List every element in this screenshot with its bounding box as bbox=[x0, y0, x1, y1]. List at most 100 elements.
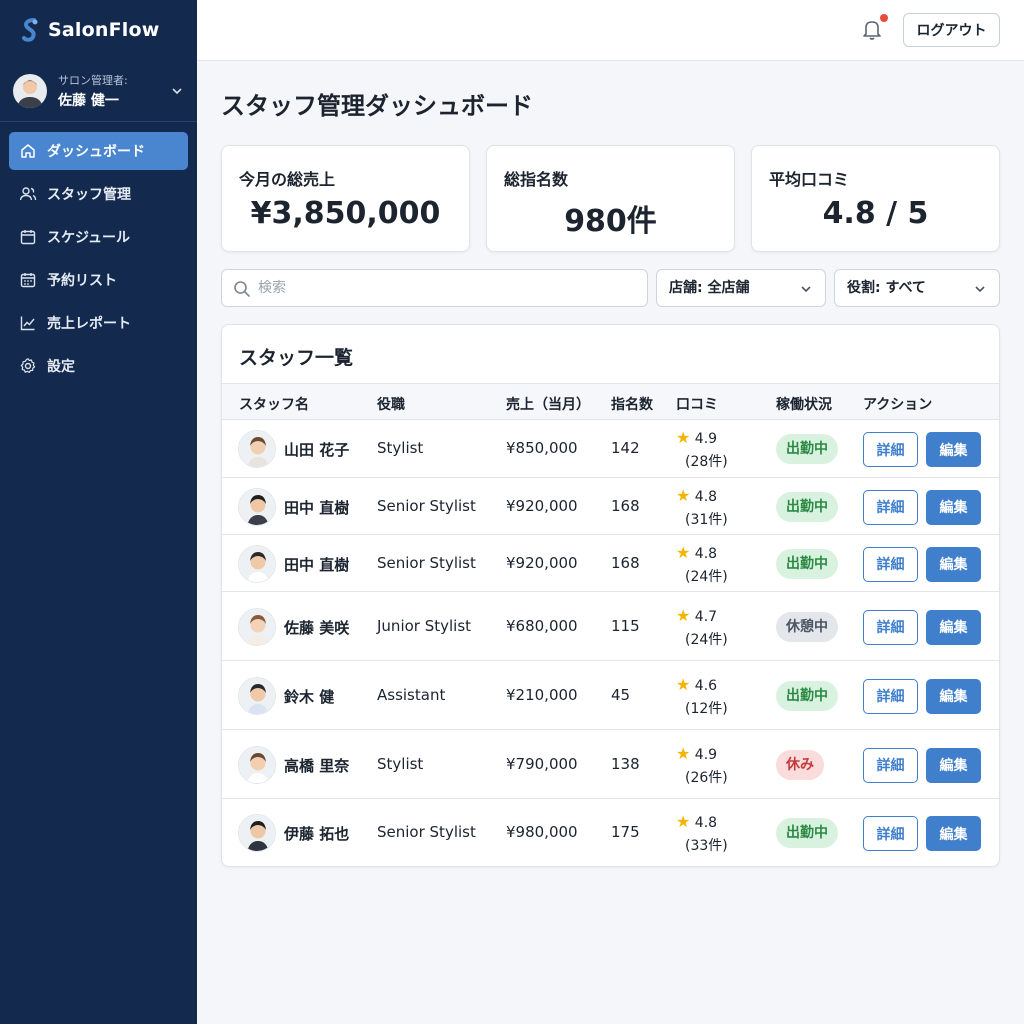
edit-button[interactable]: 編集 bbox=[926, 609, 981, 645]
column-header[interactable]: 稼働状況 bbox=[776, 394, 832, 414]
chevron-down-icon bbox=[975, 286, 985, 293]
search-box[interactable] bbox=[221, 269, 648, 307]
star-icon: ★ bbox=[676, 605, 691, 625]
staff-name[interactable]: 山田 花子 bbox=[284, 439, 349, 460]
column-header[interactable]: 口コミ bbox=[676, 394, 718, 414]
stat-label: 今月の総売上 bbox=[239, 170, 336, 189]
edit-button[interactable]: 編集 bbox=[926, 678, 981, 714]
staff-name[interactable]: 田中 直樹 bbox=[284, 497, 349, 518]
rating-value: 4.8 bbox=[694, 815, 718, 831]
review-count: (33件) bbox=[685, 838, 728, 854]
detail-button[interactable]: 詳細 bbox=[863, 489, 918, 525]
star-icon: ★ bbox=[676, 485, 691, 505]
avatar bbox=[13, 73, 47, 108]
table-row[interactable]: 鈴木 健 Assistant ¥210,000 45 ★ 4.6 (12件) 出勤中 詳細 編集 bbox=[222, 661, 999, 730]
column-header[interactable]: スタッフ名 bbox=[239, 394, 309, 414]
store-select[interactable]: 店舗: 全店舗 bbox=[656, 269, 826, 307]
detail-button[interactable]: 詳細 bbox=[863, 432, 918, 467]
rating-value: 4.7 bbox=[694, 608, 718, 625]
rating-value: 4.8 bbox=[694, 488, 718, 505]
detail-button[interactable]: 詳細 bbox=[863, 546, 918, 582]
sidebar-item-label: ダッシュボード bbox=[47, 144, 145, 160]
sidebar-item-staff[interactable]: スタッフ管理 bbox=[9, 175, 188, 213]
table-row[interactable]: 高橋 里奈 Stylist ¥790,000 138 ★ 4.9 (26件) 休み 詳細 編集 bbox=[222, 730, 999, 799]
staff-name[interactable]: 佐藤 美咲 bbox=[284, 617, 349, 638]
table-row[interactable]: 田中 直樹 Senior Stylist ¥920,000 168 ★ 4.8 (31件)… bbox=[222, 478, 999, 535]
review-count: (24件) bbox=[685, 631, 728, 648]
notification-dot bbox=[880, 14, 888, 22]
avatar bbox=[238, 814, 276, 852]
sidebar-item-schedule[interactable]: スケジュール bbox=[9, 218, 188, 256]
detail-button[interactable]: 詳細 bbox=[863, 816, 918, 851]
staff-role: Stylist bbox=[377, 439, 424, 457]
avatar bbox=[238, 607, 276, 646]
rating-value: 4.8 bbox=[694, 545, 718, 562]
edit-button[interactable]: 編集 bbox=[926, 432, 981, 467]
column-header[interactable]: 指名数 bbox=[611, 394, 653, 414]
sidebar-item-settings[interactable]: 設定 bbox=[9, 347, 188, 385]
table-row[interactable]: 山田 花子 Stylist ¥850,000 142 ★ 4.9 (28件) 出勤中 詳細 編集 bbox=[222, 420, 999, 478]
status-badge: 出勤中 bbox=[776, 818, 838, 848]
staff-nominations: 168 bbox=[611, 496, 640, 515]
staff-rating: ★ 4.9 (28件) bbox=[676, 426, 728, 474]
avatar bbox=[238, 430, 276, 468]
staff-rating: ★ 4.8 (31件) bbox=[676, 484, 728, 532]
edit-button[interactable]: 編集 bbox=[926, 747, 981, 783]
column-header[interactable]: 売上（当月） bbox=[506, 394, 590, 414]
avatar bbox=[238, 745, 276, 784]
table-row[interactable]: 佐藤 美咲 Junior Stylist ¥680,000 115 ★ 4.7 (24件)… bbox=[222, 592, 999, 661]
sidebar-nav: ダッシュボード スタッフ管理 スケジュール 予約リスト 売上レポート 設定 bbox=[0, 132, 197, 385]
role-select-value: 役割: すべて bbox=[847, 280, 926, 296]
edit-button[interactable]: 編集 bbox=[926, 489, 981, 525]
role-select[interactable]: 役割: すべて bbox=[834, 269, 1000, 307]
search-input[interactable] bbox=[258, 270, 638, 306]
edit-button[interactable]: 編集 bbox=[926, 816, 981, 851]
sidebar-item-sales-report[interactable]: 売上レポート bbox=[9, 304, 188, 342]
staff-role: Stylist bbox=[377, 754, 424, 773]
star-icon: ★ bbox=[676, 812, 691, 831]
staff-nominations: 175 bbox=[611, 823, 640, 841]
staff-rating: ★ 4.8 (33件) bbox=[676, 810, 728, 858]
top-bar: ログアウト bbox=[197, 0, 1024, 61]
logout-button[interactable]: ログアウト bbox=[903, 13, 1000, 47]
staff-name[interactable]: 伊藤 拓也 bbox=[284, 823, 349, 844]
stat-value: 4.8 / 5 bbox=[822, 196, 929, 231]
bell-icon[interactable] bbox=[861, 17, 883, 41]
table-row[interactable]: 伊藤 拓也 Senior Stylist ¥980,000 175 ★ 4.8 (33件)… bbox=[222, 799, 999, 866]
calendar-icon bbox=[20, 230, 36, 245]
table-header: スタッフ名 役職 売上（当月） 指名数 口コミ 稼働状況 アクション bbox=[222, 383, 999, 420]
star-icon: ★ bbox=[676, 428, 691, 447]
avatar bbox=[238, 676, 276, 715]
sidebar-item-label: 設定 bbox=[47, 359, 75, 375]
detail-button[interactable]: 詳細 bbox=[863, 609, 918, 645]
stat-label: 総指名数 bbox=[504, 170, 569, 189]
rating-value: 4.9 bbox=[694, 746, 718, 763]
sidebar-item-label: スケジュール bbox=[47, 230, 131, 246]
column-header[interactable]: 役職 bbox=[377, 394, 405, 414]
chevron-down-icon bbox=[801, 286, 811, 293]
user-role: サロン管理者: bbox=[58, 73, 128, 87]
staff-name[interactable]: 田中 直樹 bbox=[284, 554, 349, 575]
brand[interactable]: SalonFlow bbox=[0, 0, 197, 60]
status-badge: 休憩中 bbox=[776, 611, 838, 642]
staff-name[interactable]: 鈴木 健 bbox=[284, 686, 334, 707]
staff-name[interactable]: 高橋 里奈 bbox=[284, 755, 349, 776]
staff-rating: ★ 4.9 (26件) bbox=[676, 742, 728, 790]
detail-button[interactable]: 詳細 bbox=[863, 678, 918, 714]
status-badge: 出勤中 bbox=[776, 434, 838, 464]
stat-label: 平均口コミ bbox=[769, 170, 850, 189]
store-select-value: 店舗: 全店舗 bbox=[669, 280, 750, 296]
staff-sales: ¥980,000 bbox=[506, 823, 578, 841]
staff-role: Assistant bbox=[377, 685, 446, 704]
review-count: (26件) bbox=[685, 769, 728, 786]
review-count: (31件) bbox=[685, 511, 728, 528]
sidebar-item-dashboard[interactable]: ダッシュボード bbox=[9, 132, 188, 170]
chevron-down-icon[interactable] bbox=[170, 84, 184, 98]
detail-button[interactable]: 詳細 bbox=[863, 747, 918, 783]
table-row[interactable]: 田中 直樹 Senior Stylist ¥920,000 168 ★ 4.8 (24件)… bbox=[222, 535, 999, 592]
staff-role: Senior Stylist bbox=[377, 823, 476, 841]
sidebar-item-reservations[interactable]: 予約リスト bbox=[9, 261, 188, 299]
user-profile[interactable]: サロン管理者: 佐藤 健一 bbox=[0, 60, 197, 122]
edit-button[interactable]: 編集 bbox=[926, 546, 981, 582]
gear-icon bbox=[20, 358, 36, 373]
